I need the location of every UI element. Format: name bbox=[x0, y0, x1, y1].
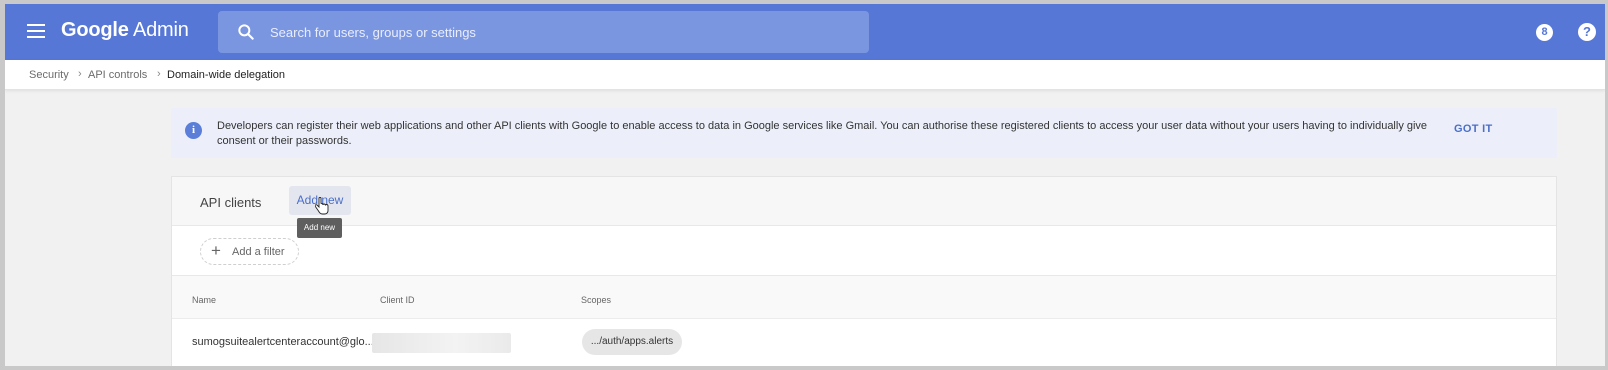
breadcrumb-api-controls[interactable]: API controls bbox=[88, 69, 147, 81]
logo-product-text: Admin bbox=[132, 19, 189, 41]
card-header: API clients Add new Add new bbox=[172, 177, 1556, 238]
breadcrumb: Security › API controls › Domain-wide de… bbox=[5, 60, 1605, 90]
api-clients-card: API clients Add new Add new + Add a filt… bbox=[171, 176, 1557, 366]
google-admin-logo[interactable]: Google Admin bbox=[61, 19, 189, 42]
table-row[interactable]: sumogsuitealertcenteraccount@glo... .../… bbox=[172, 320, 1556, 364]
logo-google-text: Google bbox=[61, 19, 129, 41]
banner-text: Developers can register their web applic… bbox=[217, 120, 1428, 147]
card-title: API clients bbox=[200, 195, 262, 210]
column-header-client-id[interactable]: Client ID bbox=[380, 295, 415, 305]
scope-chip[interactable]: .../auth/apps.alerts bbox=[582, 329, 682, 355]
table-header: Name Client ID Scopes bbox=[172, 276, 1556, 319]
hand-cursor-icon bbox=[315, 197, 329, 215]
breadcrumb-security[interactable]: Security bbox=[29, 69, 69, 81]
add-filter-label: Add a filter bbox=[232, 246, 285, 258]
breadcrumb-separator-icon: › bbox=[157, 68, 161, 80]
client-name-cell[interactable]: sumogsuitealertcenteraccount@glo... bbox=[192, 336, 374, 348]
column-header-scopes[interactable]: Scopes bbox=[581, 295, 611, 305]
help-icon[interactable]: ? bbox=[1578, 23, 1596, 41]
add-new-tooltip: Add new bbox=[297, 218, 342, 238]
breadcrumb-separator-icon: › bbox=[78, 68, 82, 80]
search-bar[interactable] bbox=[218, 11, 869, 53]
column-header-name[interactable]: Name bbox=[192, 295, 216, 305]
client-id-cell-redacted bbox=[372, 333, 511, 353]
search-input[interactable] bbox=[270, 11, 850, 53]
plus-icon: + bbox=[211, 241, 221, 260]
account-icon[interactable]: 8 bbox=[1536, 24, 1553, 41]
info-icon: i bbox=[185, 122, 202, 139]
hamburger-menu-icon[interactable] bbox=[27, 24, 45, 38]
breadcrumb-domain-wide-delegation: Domain-wide delegation bbox=[167, 69, 286, 81]
top-app-bar: Google Admin 8 ? bbox=[5, 4, 1605, 60]
app-window: Google Admin 8 ? Security › API controls… bbox=[5, 4, 1605, 366]
got-it-button[interactable]: GOT IT bbox=[1454, 123, 1492, 135]
search-icon[interactable] bbox=[236, 22, 256, 42]
add-filter-button[interactable]: + Add a filter bbox=[200, 238, 299, 265]
info-banner: i Developers can register their web appl… bbox=[171, 108, 1557, 158]
